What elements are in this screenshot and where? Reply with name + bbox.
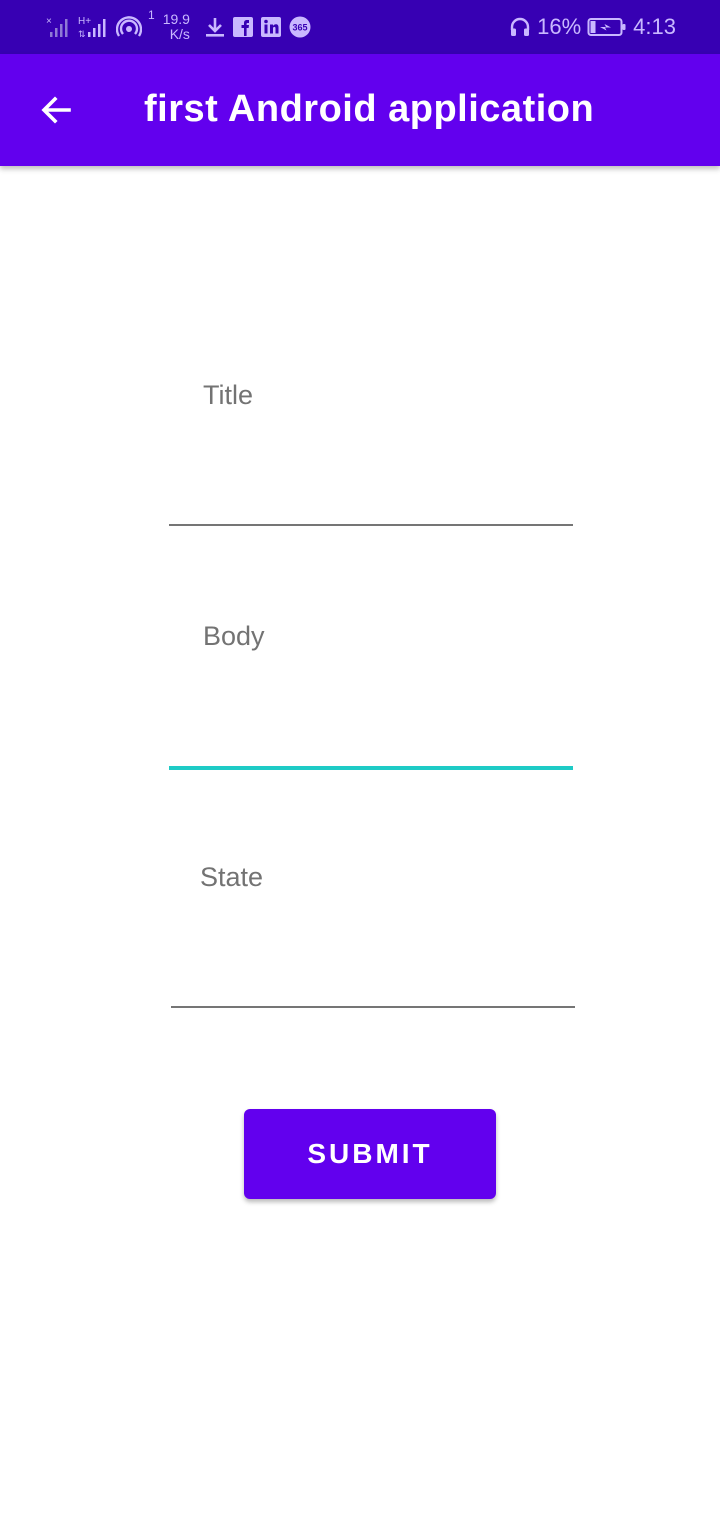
body-field[interactable]: Body — [169, 600, 573, 772]
state-field[interactable]: State — [171, 842, 575, 1010]
back-button[interactable] — [30, 84, 82, 136]
signal-h-plus-icon: H+ ⇅ — [78, 15, 110, 39]
hotspot-count: 1 — [148, 8, 155, 22]
state-field-label: State — [200, 862, 264, 892]
svg-text:H+: H+ — [78, 16, 91, 27]
status-bar-right: 16% 4:13 — [509, 10, 676, 44]
clock: 4:13 — [633, 14, 676, 39]
hotspot-icon — [116, 15, 142, 39]
signal-no-sim-icon: × — [46, 15, 72, 39]
state-field-underline — [171, 1006, 575, 1008]
submit-button[interactable]: SUBMIT — [244, 1109, 496, 1199]
svg-text:365: 365 — [292, 23, 307, 33]
network-speed-unit: K/s — [169, 26, 190, 42]
title-field-underline — [169, 524, 573, 526]
body-field-underline — [169, 766, 573, 770]
status-bar: × H+ ⇅ 1 19.9 K/s 365 16% 4:13 — [0, 0, 720, 54]
battery-percent: 16% — [537, 14, 582, 39]
headphones-icon — [509, 16, 531, 38]
facebook-icon — [232, 16, 254, 38]
status-bar-left: × H+ ⇅ 1 19.9 K/s 365 — [46, 8, 312, 44]
battery-charging-icon — [587, 16, 627, 38]
submit-button-label: SUBMIT — [307, 1138, 433, 1169]
network-speed: 19.9 K/s — [163, 12, 190, 42]
svg-text:×: × — [46, 16, 52, 27]
linkedin-icon — [260, 16, 282, 38]
title-field[interactable]: Title — [169, 360, 573, 528]
app-bar: first Android application — [0, 54, 720, 166]
app-title: first Android application — [144, 88, 595, 130]
svg-text:⇅: ⇅ — [78, 29, 86, 39]
arrow-back-icon — [38, 92, 74, 128]
title-field-label: Title — [203, 380, 254, 410]
download-icon — [204, 15, 226, 39]
body-field-label: Body — [203, 621, 265, 651]
app-365-icon: 365 — [288, 16, 312, 38]
network-speed-value: 19.9 — [162, 11, 190, 27]
screen: × H+ ⇅ 1 19.9 K/s 365 16% 4:13 first And… — [0, 0, 720, 1520]
